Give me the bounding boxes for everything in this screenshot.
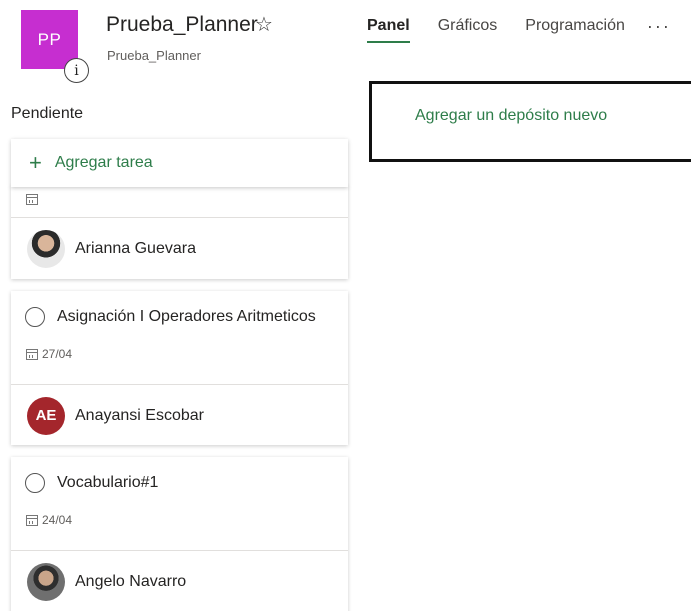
tab-programacion[interactable]: Programación	[525, 17, 625, 43]
tab-graficos[interactable]: Gráficos	[438, 17, 498, 43]
assignee-name: Anayansi Escobar	[75, 406, 204, 424]
assignee-name: Angelo Navarro	[75, 572, 187, 590]
avatar	[27, 229, 65, 268]
calendar-icon	[26, 514, 38, 526]
info-icon[interactable]: i	[64, 58, 89, 83]
task-card[interactable]: Vocabulario#1 24/04 Angelo Navarro	[11, 457, 348, 611]
assignee-name: Arianna Guevara	[75, 239, 196, 257]
avatar: AE	[27, 396, 65, 435]
add-task-button[interactable]: + Agregar tarea	[11, 139, 348, 187]
view-tabs: Panel Gráficos Programación ···	[367, 17, 671, 43]
calendar-icon	[26, 348, 38, 360]
task-card[interactable]: Asignación I Operadores Aritmeticos 27/0…	[11, 291, 348, 445]
star-icon[interactable]: ☆	[255, 12, 273, 37]
add-bucket-label: Agregar un depósito nuevo	[415, 106, 608, 124]
plan-title: Prueba_Planner	[106, 13, 258, 36]
add-task-label: Agregar tarea	[54, 154, 153, 171]
task-title: Asignación I Operadores Aritmeticos	[57, 308, 316, 325]
plan-avatar-initials: PP	[37, 29, 62, 49]
task-title: Vocabulario#1	[57, 474, 159, 491]
add-bucket-button[interactable]: Agregar un depósito nuevo	[369, 81, 691, 162]
more-options-icon[interactable]: ···	[647, 17, 671, 35]
complete-task-checkbox[interactable]	[25, 307, 45, 327]
task-card[interactable]: Arianna Guevara	[11, 185, 348, 279]
complete-task-checkbox[interactable]	[25, 473, 45, 493]
avatar	[27, 562, 65, 601]
due-date: 24/04	[42, 513, 73, 527]
tab-panel[interactable]: Panel	[367, 17, 410, 43]
plus-icon: +	[29, 150, 42, 175]
due-date: 27/04	[42, 347, 73, 361]
bucket-title[interactable]: Pendiente	[11, 105, 83, 123]
plan-subtitle: Prueba_Planner	[107, 48, 201, 63]
calendar-icon	[26, 194, 38, 205]
